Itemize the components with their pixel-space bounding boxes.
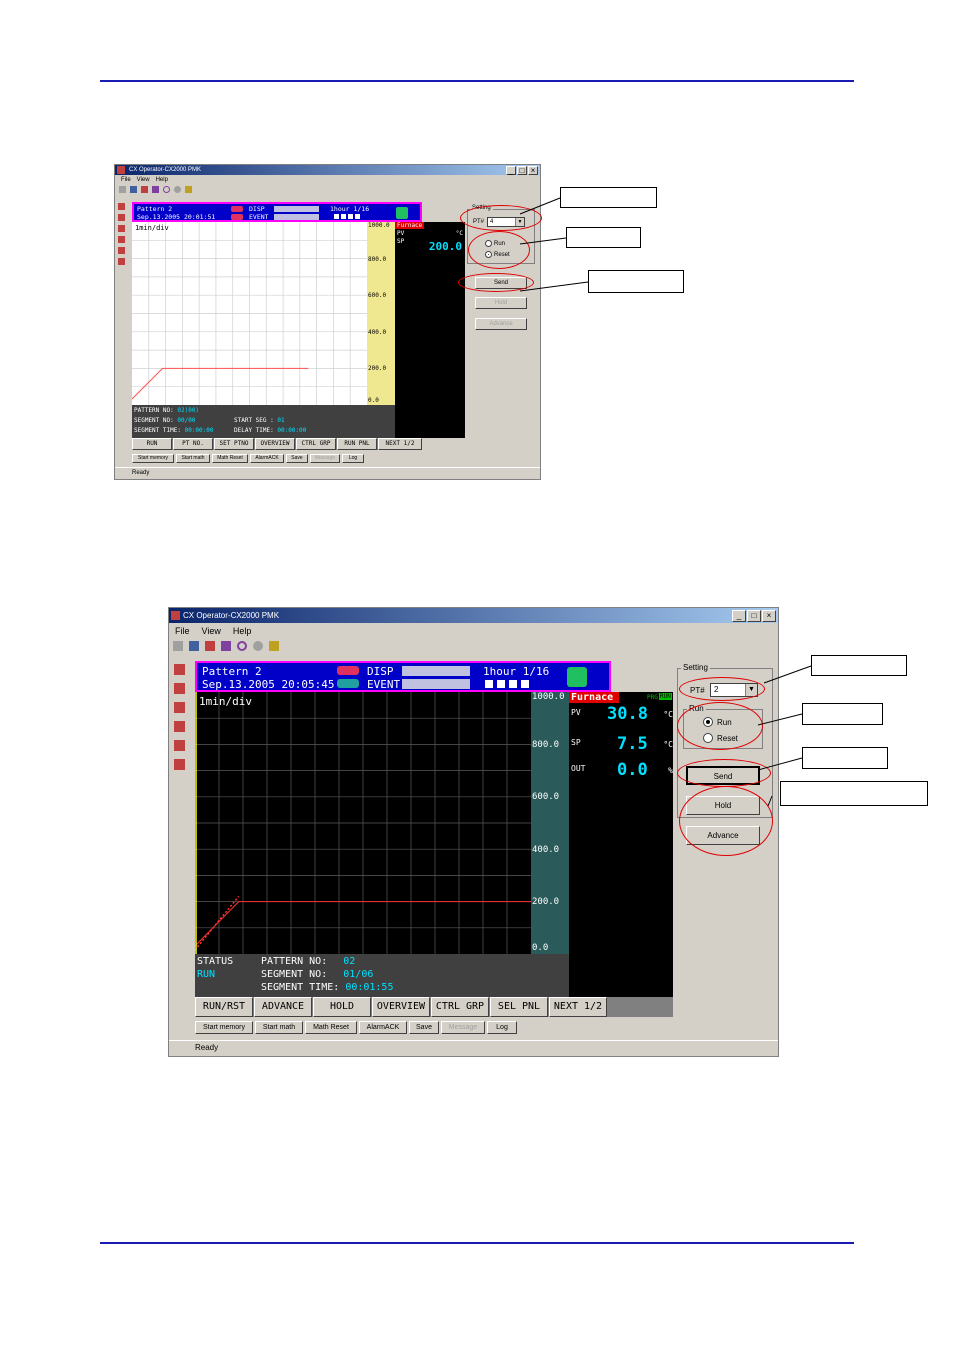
leader-lines [519, 197, 812, 807]
